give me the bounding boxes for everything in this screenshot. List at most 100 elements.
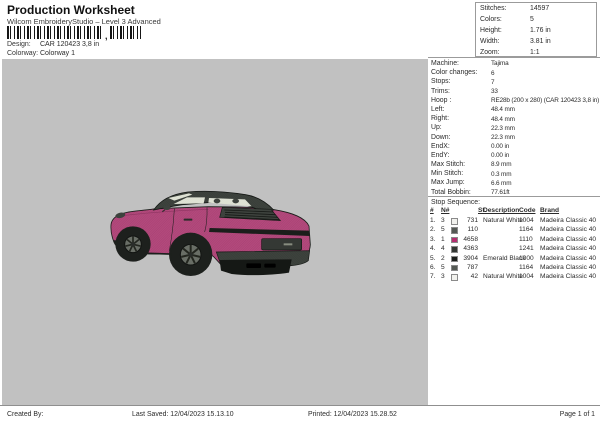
col-num: # (430, 207, 434, 214)
barcode-icon: , (7, 26, 141, 41)
barcode-segment-1 (7, 26, 103, 39)
machine-info-label: Stops: (431, 78, 451, 86)
thread-color-swatch (451, 274, 458, 281)
stitch-count: 4658 (463, 235, 478, 243)
stitch-count: 3904 (463, 254, 478, 262)
row-number: 3. (430, 235, 436, 243)
needle-number: 3 (441, 217, 445, 224)
row-number: 7. (430, 273, 436, 281)
machine-info-row: Machine: Tajima (428, 59, 600, 68)
colorway-label: Colorway: (7, 50, 39, 57)
stop-sequence-header: # N# St. Description Code Brand (428, 207, 600, 216)
stop-sequence-row: 2. 5 110 1164 Madeira Classic 40 (428, 225, 600, 234)
stop-sequence-title: Stop Sequence: (431, 199, 481, 206)
row-number: 2. (430, 226, 436, 234)
page-title: Production Worksheet (7, 3, 135, 17)
thread-code: 1110 (519, 235, 533, 243)
machine-info-label: Right: (431, 115, 450, 123)
machine-info-label: Min Stitch: (431, 170, 464, 178)
machine-info-row: Min Stitch: 0.3 mm (428, 169, 600, 178)
machine-info-value: RE28b (200 x 280) (CAR 120423 3,8 in) (491, 97, 600, 105)
stop-sequence-row: 4. 4 4363 1241 Madeira Classic 40 (428, 244, 600, 253)
thread-color-swatch (451, 227, 458, 234)
stop-sequence-row: 6. 5 787 1164 Madeira Classic 40 (428, 263, 600, 272)
needle-number: 5 (441, 226, 445, 234)
stitch-count: 731 (466, 217, 478, 224)
machine-info-row: Max Jump: 6.6 mm (428, 178, 600, 187)
thread-brand: Madeira Classic 40 (540, 245, 597, 253)
colorway-row: Colorway: Colorway 1 (7, 50, 75, 57)
stitch-count: 42 (470, 273, 478, 281)
colorway-value: Colorway 1 (40, 50, 76, 57)
machine-info-label: Trims: (431, 87, 450, 95)
machine-info-row: Color changes: 6 (428, 68, 600, 77)
needle-number: 1 (441, 235, 445, 243)
thread-brand: Madeira Classic 40 (540, 254, 597, 262)
thread-description: Natural White (483, 273, 523, 281)
machine-info-label: Down: (431, 133, 451, 141)
design-value: CAR 120423 3,8 in (40, 41, 100, 48)
stop-sequence-panel: Stop Sequence: # N# St. Description Code… (428, 196, 600, 282)
thread-brand: Madeira Classic 40 (540, 263, 597, 271)
car-embroidery-design (110, 190, 311, 276)
thread-code: 1004 (519, 217, 534, 224)
machine-info-panel: Machine: Tajima Color changes: 6 Stops: … (428, 57, 600, 197)
machine-info-value: 22.3 mm (491, 133, 515, 141)
printed-text: Printed: 12/04/2023 15.28.52 (308, 411, 397, 418)
col-description: Description (483, 207, 520, 214)
thread-code: 1004 (519, 273, 534, 281)
thread-color-swatch (451, 264, 458, 272)
needle-number: 2 (441, 254, 445, 262)
machine-info-label: Total Bobbin: (431, 188, 471, 196)
stitch-count: 4363 (463, 245, 478, 253)
summary-label: Zoom: (480, 49, 500, 56)
machine-info-value: 0.00 in (491, 143, 510, 151)
barcode-separator: , (105, 31, 108, 41)
summary-row: Stitches: 14597 (476, 3, 596, 14)
page-footer: Created By: Last Saved: 12/04/2023 15.13… (0, 405, 600, 425)
machine-info-row: Up: 22.3 mm (428, 123, 600, 132)
thread-brand: Madeira Classic 40 (540, 217, 597, 224)
row-number: 1. (430, 217, 436, 224)
stitch-count: 787 (466, 263, 478, 271)
stop-sequence-row: 5. 2 3904 Emerald Black 1000 Madeira Cla… (428, 254, 600, 263)
machine-info-row: Max Stitch: 8.9 mm (428, 160, 600, 169)
row-number: 5. (430, 254, 436, 262)
design-preview-area (2, 59, 428, 405)
needle-number: 5 (441, 263, 445, 271)
machine-info-row: EndX: 0.00 in (428, 142, 600, 151)
machine-info-row: Left: 48.4 mm (428, 105, 600, 114)
thread-brand: Madeira Classic 40 (540, 226, 597, 234)
machine-info-label: EndY: (431, 151, 450, 159)
machine-info-value: 22.3 mm (491, 124, 515, 132)
thread-brand: Madeira Classic 40 (540, 273, 597, 281)
machine-info-row: Down: 22.3 mm (428, 133, 600, 142)
thread-description: Natural White (483, 217, 523, 224)
machine-info-value: Tajima (491, 60, 509, 68)
summary-label: Stitches: (480, 5, 507, 12)
summary-row: Height: 1.76 in (476, 25, 596, 36)
machine-info-value: 7 (491, 78, 495, 86)
stop-sequence-row: 3. 1 4658 1110 Madeira Classic 40 (428, 235, 600, 244)
machine-info-value: 8.9 mm (491, 161, 512, 169)
machine-info-label: Machine: (431, 60, 459, 67)
machine-info-value: 48.4 mm (491, 106, 515, 114)
summary-value: 3.81 in (530, 38, 551, 45)
machine-info-value: 6.6 mm (491, 179, 512, 187)
machine-info-row: Trims: 33 (428, 87, 600, 96)
app-subtitle: Wilcom EmbroideryStudio – Level 3 Advanc… (7, 17, 161, 26)
thread-code: 1241 (519, 245, 534, 253)
machine-info-label: Max Stitch: (431, 161, 466, 169)
summary-value: 1.76 in (530, 27, 551, 34)
needle-number: 4 (441, 245, 445, 253)
summary-row: Width: 3.81 in (476, 36, 596, 47)
thread-color-swatch (451, 218, 458, 225)
design-summary-box: Stitches: 14597 Colors: 5 Height: 1.76 i… (475, 2, 597, 57)
summary-label: Colors: (480, 16, 502, 23)
machine-info-value: 33 (491, 87, 498, 95)
row-number: 4. (430, 245, 436, 253)
summary-value: 5 (530, 16, 534, 23)
machine-info-label: Hoop : (431, 96, 452, 104)
needle-number: 3 (441, 273, 445, 281)
col-code: Code (519, 207, 536, 214)
